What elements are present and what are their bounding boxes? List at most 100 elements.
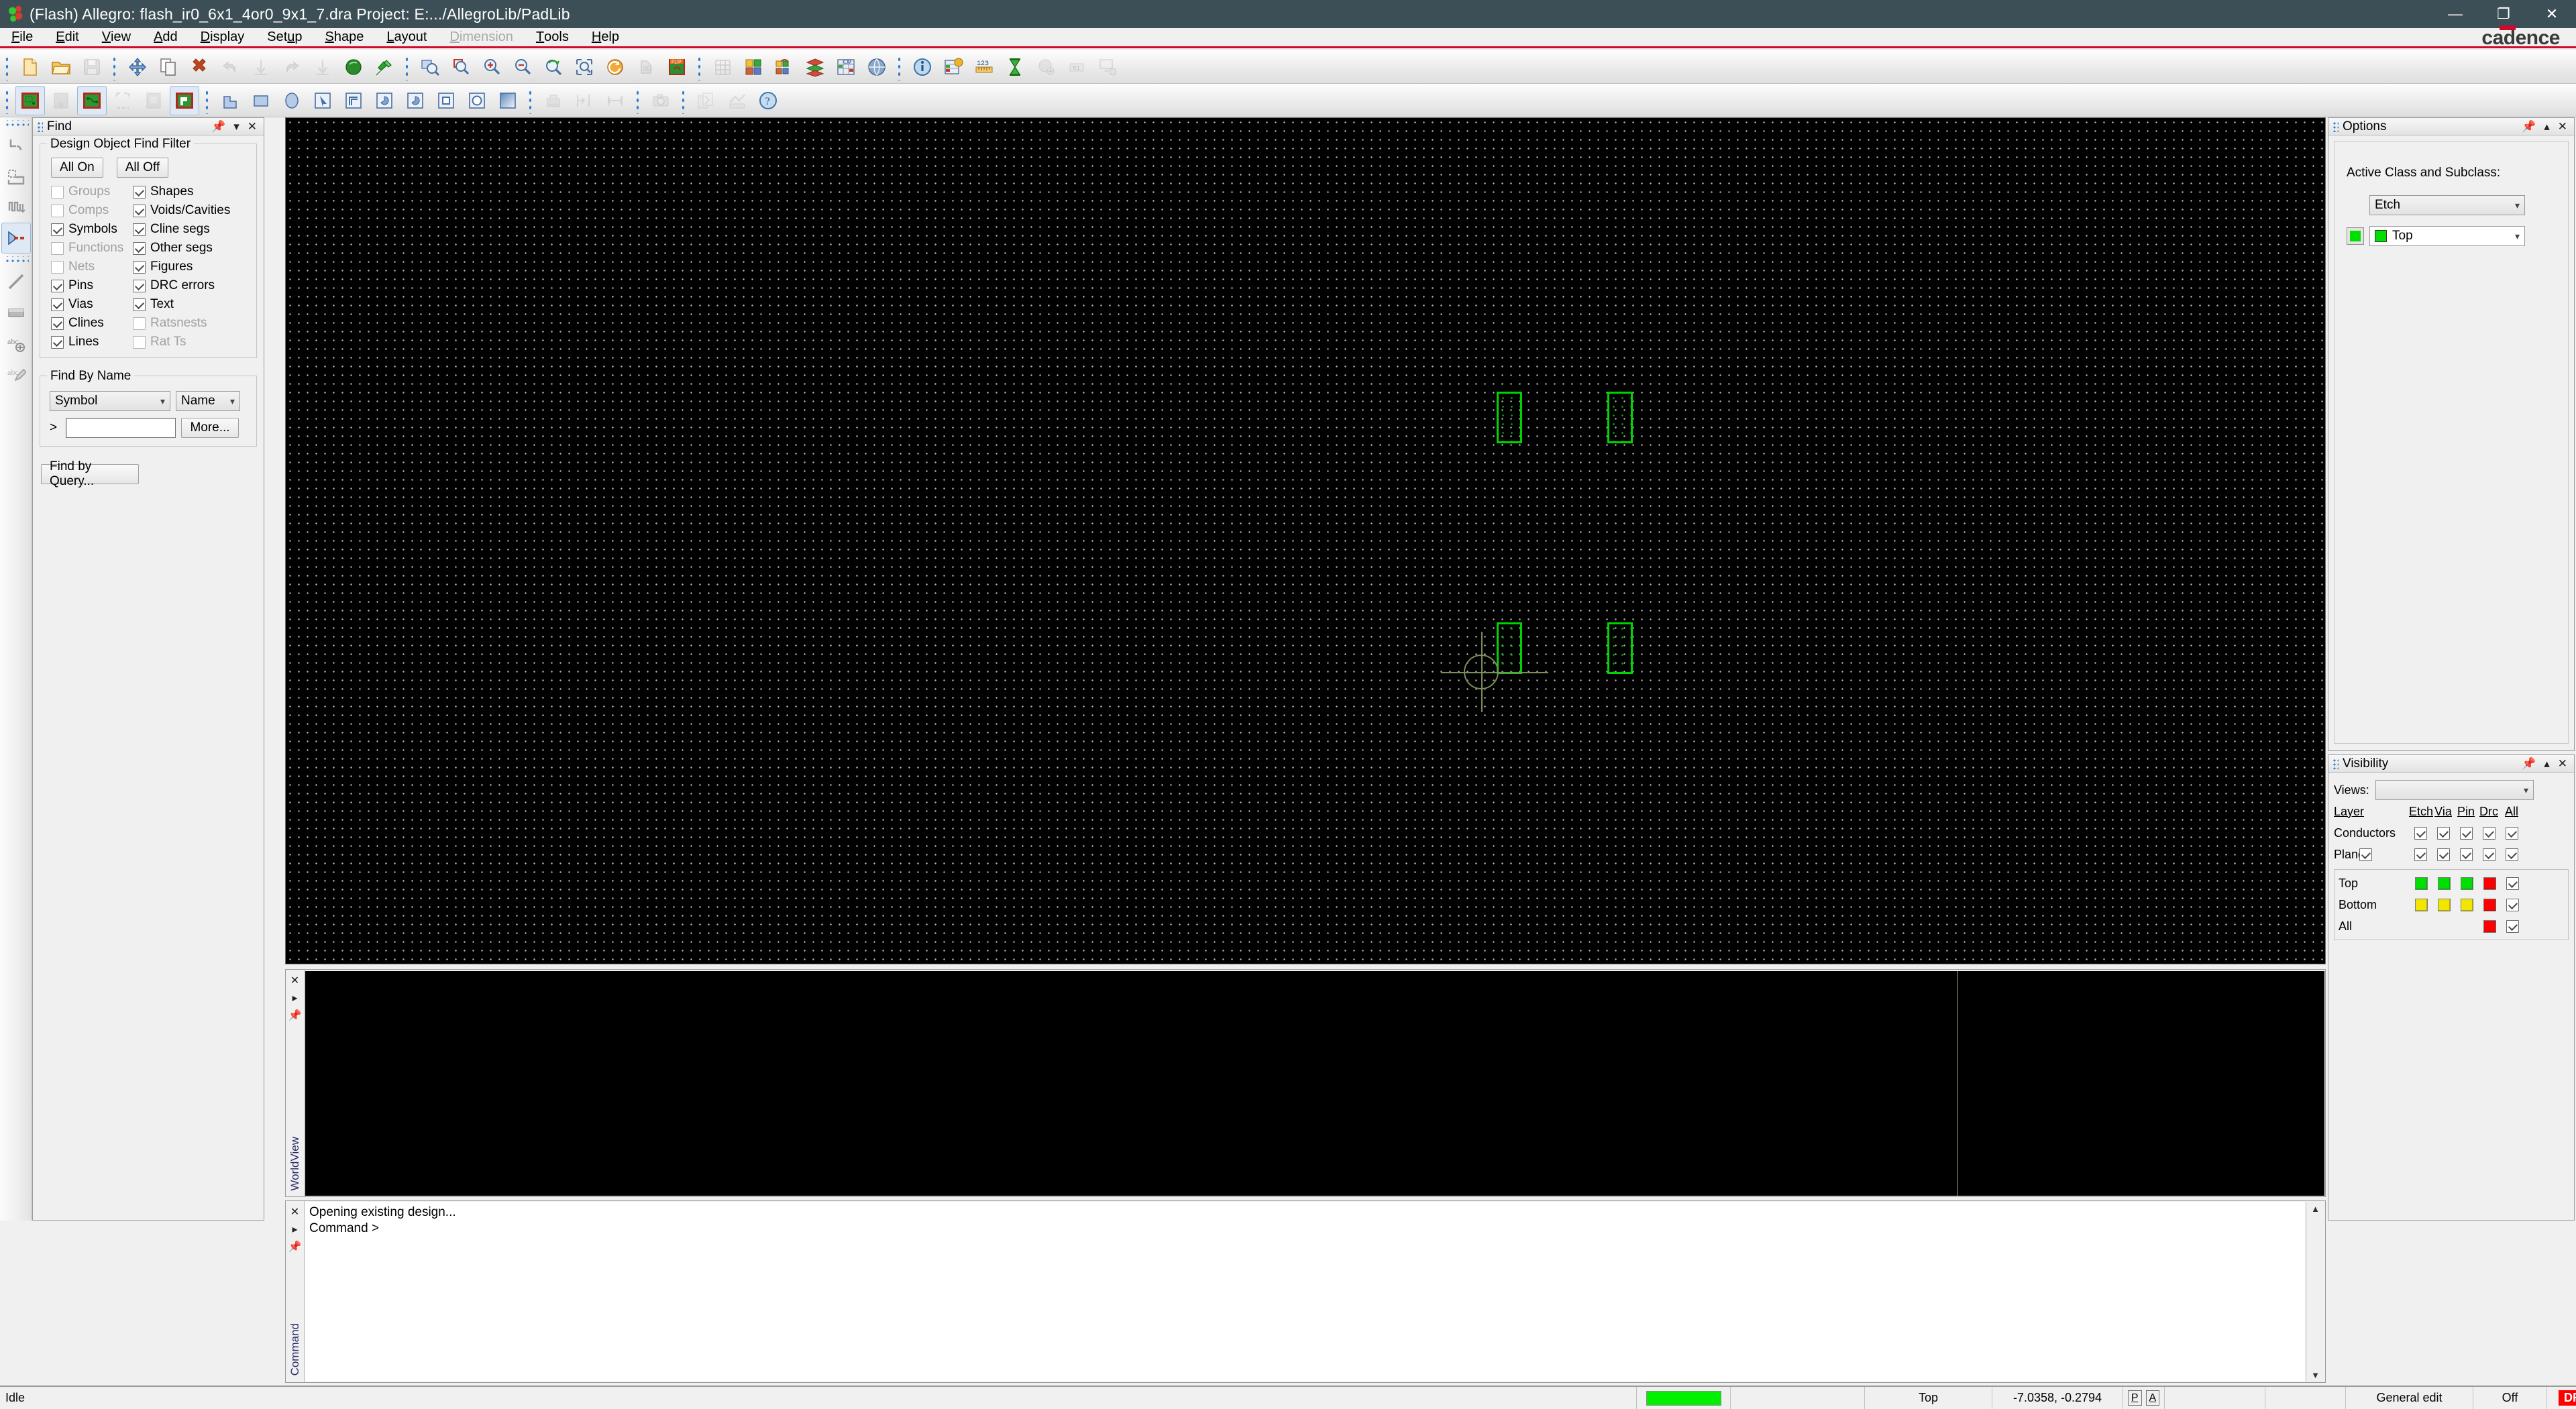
visibility-cell-check[interactable] (2500, 826, 2523, 840)
checkbox[interactable] (133, 241, 146, 255)
status-button[interactable] (938, 52, 968, 82)
visibility-cell-check[interactable] (2409, 848, 2432, 861)
command-scrollbar[interactable]: ▲ ▼ (2306, 1202, 2324, 1382)
pin-icon[interactable]: 📌 (288, 1009, 302, 1022)
visibility-cell-color[interactable] (2432, 877, 2455, 890)
visibility-cell-check[interactable] (2455, 848, 2477, 861)
toolbar-grip[interactable] (526, 87, 535, 114)
zoom-fit-button[interactable] (415, 52, 445, 82)
toolbar-grip[interactable] (633, 87, 643, 114)
find-match-mode-select[interactable]: Name ▾ (176, 391, 240, 411)
visibility-column-pin[interactable]: Pin (2455, 805, 2477, 819)
zoom-previous-button[interactable] (539, 52, 568, 82)
rectangle-button[interactable] (246, 86, 276, 115)
global-view-button[interactable] (862, 52, 892, 82)
drag-handle-icon[interactable] (2332, 121, 2339, 132)
find-filter-lines[interactable]: Lines (51, 335, 133, 349)
visibility-cell-color[interactable] (2478, 898, 2501, 911)
pin-icon[interactable]: 📌 (288, 1240, 302, 1253)
visibility-cell-check[interactable] (2501, 877, 2524, 890)
visibility-cell-check[interactable] (2477, 848, 2500, 861)
zoom-out-button[interactable] (508, 52, 537, 82)
visibility-checkbox[interactable] (2482, 826, 2496, 840)
menu-item-file[interactable]: File (0, 28, 44, 46)
checkbox[interactable] (51, 317, 64, 330)
visibility-checkbox[interactable] (2505, 848, 2518, 861)
open-folder-button[interactable] (46, 52, 76, 82)
all-off-button[interactable]: All Off (116, 158, 169, 178)
menu-item-tools[interactable]: Tools (525, 28, 580, 46)
visibility-cell-color[interactable] (2455, 877, 2478, 890)
pick-mode-button[interactable]: P (2127, 1390, 2142, 1406)
delete-button[interactable] (184, 52, 214, 82)
menu-item-shape[interactable]: Shape (314, 28, 376, 46)
visibility-checkbox[interactable] (2506, 919, 2519, 933)
visibility-checkbox[interactable] (2482, 848, 2496, 861)
checkbox[interactable] (51, 298, 64, 311)
visibility-color-swatch[interactable] (2414, 877, 2428, 890)
visibility-cell-color[interactable] (2432, 898, 2455, 911)
chevron-down-icon[interactable]: ▾ (233, 121, 239, 132)
toolbar-grip[interactable] (402, 53, 412, 80)
visibility-cell-check[interactable] (2500, 848, 2523, 861)
help-button[interactable]: ? (753, 86, 783, 115)
shape-edit-button[interactable] (77, 85, 107, 115)
find-filter-cline-segs[interactable]: Cline segs (133, 222, 250, 237)
find-filter-figures[interactable]: Figures (133, 260, 250, 274)
visibility-column-etch[interactable]: Etch (2409, 805, 2433, 819)
checkbox[interactable] (133, 260, 146, 274)
slide-route-button[interactable] (1, 161, 31, 192)
pad-shape[interactable] (1497, 392, 1522, 443)
chevron-up-icon[interactable]: ▲ (2311, 1202, 2320, 1215)
find-filter-other-segs[interactable]: Other segs (133, 241, 250, 256)
toolbar-grip[interactable] (679, 87, 688, 114)
find-filter-pins[interactable]: Pins (51, 278, 133, 293)
chevron-up-icon[interactable]: ▴ (2544, 758, 2550, 769)
menu-item-view[interactable]: View (91, 28, 142, 46)
visibility-cell-color[interactable] (2455, 898, 2478, 911)
visibility-cell-check[interactable] (2409, 826, 2432, 840)
visibility-checkbox[interactable] (2506, 877, 2519, 890)
find-filter-voids-cavities[interactable]: Voids/Cavities (133, 203, 250, 218)
find-filter-text[interactable]: Text (133, 297, 250, 312)
close-icon[interactable]: ✕ (2558, 758, 2567, 769)
visibility-color-swatch[interactable] (2437, 898, 2451, 911)
zoom-in-button[interactable] (477, 52, 506, 82)
command-console[interactable]: Opening existing design... Command > (305, 1202, 2305, 1382)
visibility-checkbox[interactable] (2459, 826, 2473, 840)
drag-handle-icon[interactable] (2332, 758, 2339, 769)
chevron-right-icon[interactable]: ▸ (292, 991, 297, 1005)
toolbar-grip[interactable] (695, 53, 704, 80)
visibility-cell-check[interactable] (2501, 919, 2524, 933)
minimize-button[interactable]: — (2431, 0, 2479, 28)
visibility-column-all[interactable]: All (2500, 805, 2523, 819)
find-more-button[interactable]: More... (181, 418, 239, 438)
visibility-color-swatch[interactable] (2437, 877, 2451, 890)
design-canvas[interactable] (285, 117, 2326, 964)
rect-fill-button[interactable] (1, 297, 31, 328)
visibility-cell-check[interactable] (2432, 848, 2455, 861)
find-filter-symbols[interactable]: Symbols (51, 222, 133, 237)
move-button[interactable] (123, 52, 152, 82)
visibility-color-swatch[interactable] (2460, 877, 2473, 890)
visibility-cell-check[interactable] (2432, 826, 2455, 840)
views-select[interactable]: ▾ (2375, 780, 2534, 800)
constraint-manager-button[interactable]: CM (831, 52, 861, 82)
visibility-checkbox[interactable] (2505, 826, 2518, 840)
rotate-shape-button[interactable] (400, 86, 430, 115)
drc-badge[interactable]: DRC (2559, 1390, 2576, 1406)
all-on-button[interactable]: All On (51, 158, 103, 178)
color-subclass-button[interactable] (769, 52, 799, 82)
visibility-color-swatch[interactable] (2483, 919, 2496, 933)
copy-button[interactable] (154, 52, 183, 82)
chevron-down-icon[interactable]: ▼ (2311, 1368, 2320, 1382)
toolbar-grip[interactable] (110, 53, 119, 80)
line-button[interactable] (1, 266, 31, 297)
visibility-cell-color[interactable] (2410, 898, 2432, 911)
restore-button[interactable]: ❐ (2479, 0, 2528, 28)
polygon-button[interactable] (215, 86, 245, 115)
find-by-query-button[interactable]: Find by Query... (41, 459, 139, 488)
menu-item-edit[interactable]: Edit (44, 28, 90, 46)
edit-text-button[interactable]: abc (1, 359, 31, 390)
visibility-checkbox[interactable] (2436, 826, 2450, 840)
